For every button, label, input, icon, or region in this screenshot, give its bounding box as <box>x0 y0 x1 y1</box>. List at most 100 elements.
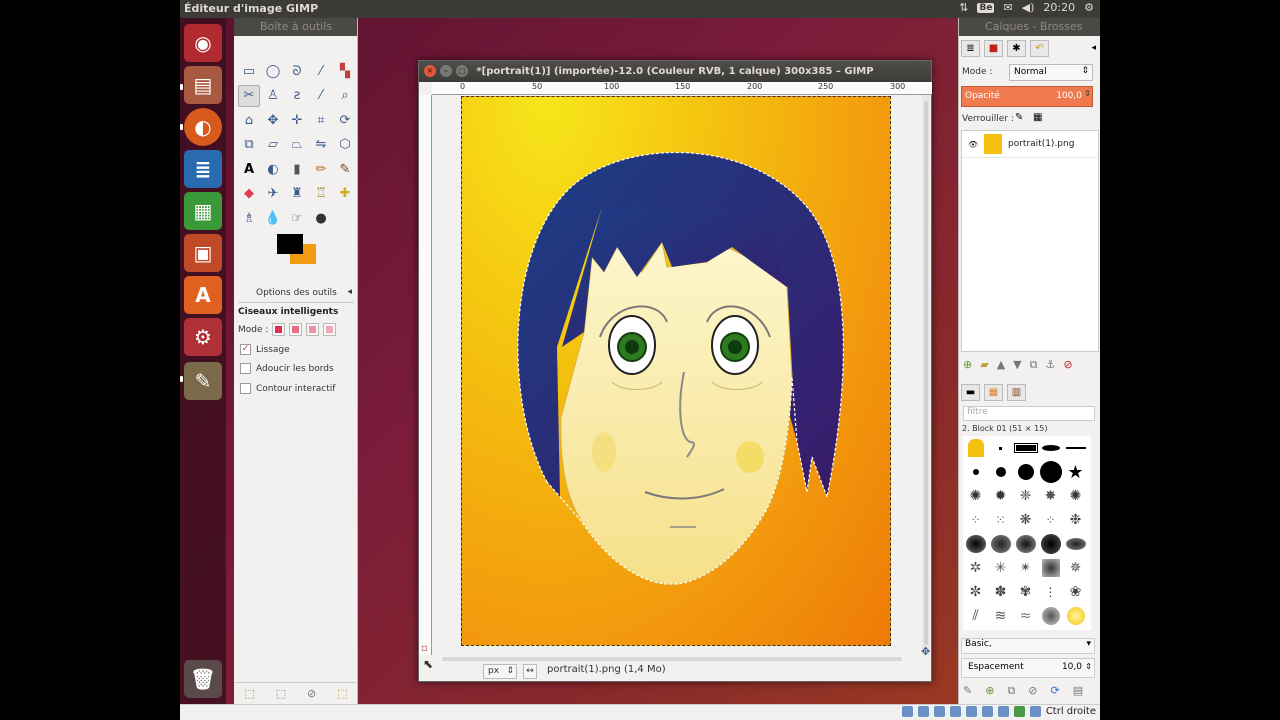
vm-cpu-icon[interactable] <box>1013 706 1025 717</box>
brush-item[interactable] <box>1063 436 1088 460</box>
measure-icon[interactable]: ⌂ <box>238 109 260 131</box>
navigate-icon[interactable]: ✥ <box>921 645 930 658</box>
clone-icon[interactable]: ♖ <box>310 183 332 205</box>
close-icon[interactable]: × <box>424 65 436 77</box>
dock-menu-icon[interactable]: ◂ <box>1091 43 1096 53</box>
keyboard-layout-indicator[interactable]: Be <box>977 2 995 13</box>
brush-item[interactable] <box>1038 436 1063 460</box>
layer-mode-select[interactable]: Normal ⇕ <box>1009 64 1093 81</box>
vm-usb-icon[interactable] <box>933 706 945 717</box>
mode-intersect-button[interactable] <box>323 323 337 336</box>
vm-disk-icon[interactable] <box>901 706 913 717</box>
brush-item[interactable] <box>1013 436 1038 460</box>
dodge-burn-icon[interactable]: ● <box>310 207 332 229</box>
new-layer-icon[interactable]: ⊕ <box>963 358 972 372</box>
firefox-icon[interactable]: ◐ <box>184 108 222 146</box>
crop-icon[interactable]: ⌗ <box>310 109 332 131</box>
brush-item[interactable]: ≈ <box>1013 604 1038 628</box>
brush-item[interactable]: ✺ <box>963 484 988 508</box>
brush-item[interactable] <box>1013 460 1038 484</box>
brush-item[interactable]: ❈ <box>1013 484 1038 508</box>
reset-options-icon[interactable]: ⬚ <box>337 687 347 700</box>
lock-pixels-icon[interactable]: ✎ <box>1015 112 1023 123</box>
blur-icon[interactable]: 💧 <box>262 207 284 229</box>
layer-row[interactable]: 👁 portrait(1).png <box>962 131 1098 158</box>
brush-item[interactable]: ✼ <box>963 580 988 604</box>
brush-item[interactable]: ⁙ <box>988 508 1013 532</box>
tab-tool-options[interactable]: Options des outils ◂ <box>238 285 354 303</box>
brush-item[interactable]: ≋ <box>988 604 1013 628</box>
vertical-scrollbar[interactable] <box>922 95 930 655</box>
ink-icon[interactable]: ♜ <box>286 183 308 205</box>
edit-brush-icon[interactable]: ✎ <box>963 684 972 698</box>
vm-shared-folder-icon[interactable] <box>949 706 961 717</box>
brush-item[interactable]: ❀ <box>1063 580 1088 604</box>
airbrush-icon[interactable]: ✈ <box>262 183 284 205</box>
checkbox-smoothing[interactable]: ✓ Lissage <box>240 344 290 355</box>
minimize-icon[interactable]: – <box>440 65 452 77</box>
brush-item[interactable]: ⫽ <box>963 604 988 628</box>
quickmask-icon[interactable]: ▫ <box>421 643 428 654</box>
rect-select-icon[interactable]: ▭ <box>238 60 260 82</box>
delete-brush-icon[interactable]: ⊘ <box>1028 684 1037 698</box>
brush-item[interactable]: ✽ <box>988 580 1013 604</box>
image-canvas[interactable] <box>461 96 891 646</box>
brush-grid[interactable]: ★ ✺ ✹ ❈ ✸ ✺ ⁘ ⁙ ❋ ⁘ ❉ ✲ ✳ ✴ ✵ ✼ ✽ ✾ ⋮ ❀ <box>963 436 1091 630</box>
shear-icon[interactable]: ▱ <box>262 134 284 156</box>
files-icon[interactable]: ▤ <box>184 66 222 104</box>
brush-item[interactable]: ✴ <box>1013 556 1038 580</box>
brush-item[interactable] <box>988 436 1013 460</box>
scale-icon[interactable]: ⧉ <box>238 134 260 156</box>
duplicate-layer-icon[interactable]: ⧉ <box>1030 358 1038 372</box>
open-brush-icon[interactable]: ▤ <box>1073 684 1083 698</box>
vertical-ruler[interactable] <box>419 95 432 655</box>
zoom-icon[interactable]: ⌕ <box>334 85 356 107</box>
brush-item[interactable]: ✸ <box>1038 484 1063 508</box>
calc-icon[interactable]: ▦ <box>184 192 222 230</box>
foreground-color-swatch[interactable] <box>277 234 303 254</box>
checkbox-feather-edges[interactable]: Adoucir les bords <box>240 363 334 374</box>
image-window-titlebar[interactable]: × – □ *[portrait(1)] (importée)-12.0 (Co… <box>419 61 931 82</box>
layer-name[interactable]: portrait(1).png <box>1008 139 1074 149</box>
impress-icon[interactable]: ▣ <box>184 234 222 272</box>
system-settings-icon[interactable]: ⚙ <box>184 318 222 356</box>
heal-icon[interactable]: ✚ <box>334 183 356 205</box>
spacing-slider[interactable]: Espacement 10,0 ⇕ <box>961 658 1095 678</box>
checkbox-box[interactable] <box>240 383 251 394</box>
text-icon[interactable]: A <box>238 158 260 180</box>
brush-item[interactable] <box>1038 604 1063 628</box>
new-brush-icon[interactable]: ⊕ <box>985 684 994 698</box>
brush-item[interactable] <box>1063 532 1088 556</box>
clock[interactable]: 20:20 <box>1043 1 1075 14</box>
brush-item[interactable]: ✹ <box>988 484 1013 508</box>
brush-item[interactable] <box>1038 556 1063 580</box>
dash-icon[interactable]: ◉ <box>184 24 222 62</box>
tab-gradients-icon[interactable]: ▥ <box>1007 384 1026 401</box>
brush-item[interactable]: ❋ <box>1013 508 1038 532</box>
software-center-icon[interactable]: A <box>184 276 222 314</box>
perspective-clone-icon[interactable]: ♗ <box>238 207 260 229</box>
tab-brushes-icon[interactable]: ▬ <box>961 384 980 401</box>
select-by-color-icon[interactable]: ▚ <box>334 60 356 82</box>
volume-icon[interactable]: ◀) <box>1022 1 1035 14</box>
brush-item[interactable] <box>1038 460 1063 484</box>
lower-layer-icon[interactable]: ▼ <box>1013 358 1021 372</box>
lock-alpha-icon[interactable]: ▦ <box>1033 112 1042 123</box>
gear-icon[interactable]: ⚙ <box>1084 1 1094 14</box>
brush-item[interactable]: ★ <box>1063 460 1088 484</box>
vm-network-icon[interactable] <box>981 706 993 717</box>
toolbox-titlebar[interactable]: Boîte à outils <box>234 18 357 36</box>
brush-filter-input[interactable]: filtre <box>963 406 1095 421</box>
scissors-select-icon[interactable]: ✂ <box>238 84 260 107</box>
delete-layer-icon[interactable]: ⊘ <box>1063 358 1072 372</box>
dock-titlebar[interactable]: Calques - Brosses <box>959 18 1100 36</box>
tab-layers-icon[interactable]: ≣ <box>961 40 980 57</box>
stepper-icon[interactable]: ⇕ <box>1084 89 1091 98</box>
checkbox-interactive-boundary[interactable]: Contour interactif <box>240 383 335 394</box>
writer-icon[interactable]: ≣ <box>184 150 222 188</box>
checkbox-box[interactable] <box>240 363 251 374</box>
new-group-icon[interactable]: ▰ <box>980 358 988 372</box>
tab-patterns-icon[interactable]: ▦ <box>984 384 1003 401</box>
envelope-icon[interactable]: ✉ <box>1003 1 1012 14</box>
mode-subtract-button[interactable] <box>306 323 320 336</box>
